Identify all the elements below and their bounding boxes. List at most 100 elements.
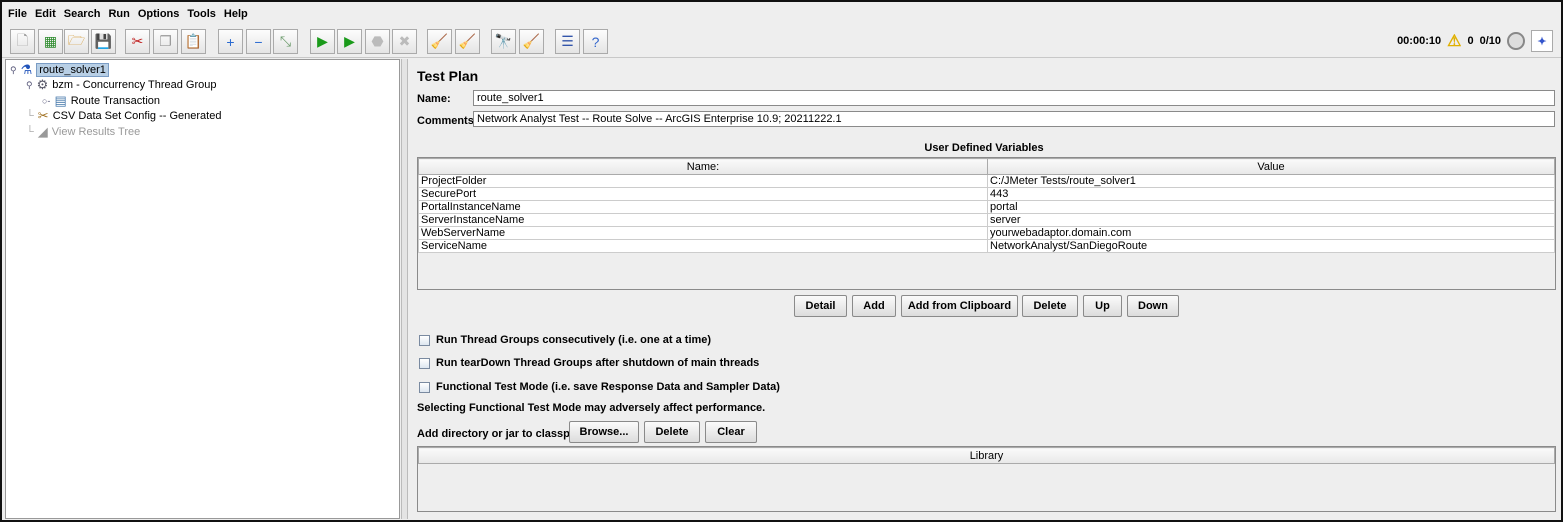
copy-button[interactable]: ❐ xyxy=(153,29,178,54)
clear-button[interactable]: 🧹 xyxy=(427,29,452,54)
start-button[interactable]: ▶ xyxy=(310,29,335,54)
menu-search[interactable]: Search xyxy=(60,5,105,25)
tree-node[interactable]: └ ◢ View Results Tree xyxy=(26,124,140,140)
start-icon: ▶ xyxy=(317,33,328,49)
tree-node-label: bzm - Concurrency Thread Group xyxy=(52,79,217,91)
variable-value[interactable]: 443 xyxy=(987,187,1555,201)
variable-name[interactable]: ServerInstanceName xyxy=(418,213,988,227)
tree-node[interactable]: ⚲ ⚙ bzm - Concurrency Thread Group xyxy=(26,77,217,93)
checkbox-option[interactable]: Run Thread Groups consecutively (i.e. on… xyxy=(419,334,711,346)
new-button[interactable]: 🗋 xyxy=(10,29,35,54)
reset-search-button[interactable]: 🧹 xyxy=(519,29,544,54)
down-button[interactable]: Down xyxy=(1127,295,1179,317)
expand-handle-icon[interactable]: ○- xyxy=(42,96,50,106)
table-row[interactable]: ProjectFolder C:/JMeter Tests/route_solve… xyxy=(418,174,1555,188)
name-field[interactable]: route_solver1 xyxy=(473,90,1555,106)
help-icon: ? xyxy=(591,33,600,50)
table-row[interactable]: ServiceName NetworkAnalyst/SanDiegoRoute xyxy=(418,239,1555,253)
add-from-clipboard-button[interactable]: Add from Clipboard xyxy=(901,295,1018,317)
log-viewer-icon[interactable]: ✦ xyxy=(1531,30,1553,52)
split-pane-divider[interactable] xyxy=(401,59,408,519)
variable-value[interactable]: NetworkAnalyst/SanDiegoRoute xyxy=(987,239,1555,253)
menu-file[interactable]: File xyxy=(4,5,31,25)
table-row[interactable]: ServerInstanceName server xyxy=(418,213,1555,227)
test-plan-tree[interactable]: ⚲ ⚗ route_solver1 ⚲ ⚙ bzm - Concurrency Threa… xyxy=(5,59,400,519)
save-icon: 💾 xyxy=(94,33,113,49)
tree-node-label: CSV Data Set Config -- Generated xyxy=(52,110,222,122)
cut-button[interactable]: ✂ xyxy=(125,29,150,54)
templates-button[interactable]: ▦ xyxy=(38,29,63,54)
test-plan-icon: ⚗ xyxy=(20,62,33,77)
udv-table[interactable]: Name: Value ProjectFolder C:/JMeter Tests… xyxy=(417,157,1556,290)
variable-value[interactable]: yourwebadaptor.domain.com xyxy=(987,226,1555,240)
save-button[interactable]: 💾 xyxy=(91,29,116,54)
variable-name[interactable]: PortalInstanceName xyxy=(418,200,988,214)
tree-node[interactable]: ⚲ ⚗ route_solver1 xyxy=(10,62,109,78)
open-button[interactable]: 🗁 xyxy=(64,29,89,54)
library-table[interactable]: Library xyxy=(417,446,1556,512)
help-button[interactable]: ? xyxy=(583,29,608,54)
checkbox-label: Run tearDown Thread Groups after shutdow… xyxy=(436,357,760,369)
paste-button[interactable]: 📋 xyxy=(181,29,206,54)
table-row[interactable]: PortalInstanceName portal xyxy=(418,200,1555,214)
expand-button[interactable]: + xyxy=(218,29,243,54)
tree-node-label: View Results Tree xyxy=(51,126,141,138)
up-button[interactable]: Up xyxy=(1083,295,1122,317)
tree-node-label: Route Transaction xyxy=(70,95,161,107)
table-row[interactable]: WebServerName yourwebadaptor.domain.com xyxy=(418,226,1555,240)
variable-value[interactable]: C:/JMeter Tests/route_solver1 xyxy=(987,174,1555,188)
checkbox[interactable] xyxy=(419,357,430,369)
udv-header-name[interactable]: Name: xyxy=(418,158,988,175)
comments-field[interactable]: Network Analyst Test -- Route Solve -- A… xyxy=(473,111,1555,127)
variable-name[interactable]: ServiceName xyxy=(418,239,988,253)
test-plan-panel: Test Plan Name: route_solver1 Comments: … xyxy=(408,59,1560,519)
browse-button[interactable]: Browse... xyxy=(569,421,639,443)
variable-name[interactable]: WebServerName xyxy=(418,226,988,240)
elapsed-time: 00:00:10 xyxy=(1397,35,1442,47)
menu-help[interactable]: Help xyxy=(220,5,252,25)
menu-edit[interactable]: Edit xyxy=(31,5,60,25)
udv-header-value[interactable]: Value xyxy=(987,158,1555,175)
warning-icon[interactable]: ⚠ xyxy=(1447,31,1461,51)
menu-options[interactable]: Options xyxy=(134,5,184,25)
checkbox[interactable] xyxy=(419,381,430,393)
add-button[interactable]: Add xyxy=(852,295,896,317)
shutdown-button[interactable]: ✖ xyxy=(392,29,417,54)
new-icon: 🗋 xyxy=(16,31,29,48)
detail-button[interactable]: Detail xyxy=(794,295,847,317)
search-button[interactable]: 🔭 xyxy=(491,29,516,54)
checkbox[interactable] xyxy=(419,334,430,346)
tree-node[interactable]: └ ✂ CSV Data Set Config -- Generated xyxy=(26,108,221,124)
thread-group-icon: ⚙ xyxy=(36,77,49,92)
udv-title: User Defined Variables xyxy=(924,142,1044,154)
checkbox-label: Functional Test Mode (i.e. save Response… xyxy=(436,381,780,393)
checkbox-option[interactable]: Run tearDown Thread Groups after shutdow… xyxy=(419,357,759,369)
tree-node-label: route_solver1 xyxy=(36,63,109,77)
expand-handle-icon[interactable]: ⚲ xyxy=(26,80,33,91)
delete-button[interactable]: Delete xyxy=(1022,295,1078,317)
classpath-delete-button[interactable]: Delete xyxy=(644,421,700,443)
variable-name[interactable]: SecurePort xyxy=(418,187,988,201)
expand-icon: + xyxy=(226,33,235,50)
clear-all-button[interactable]: 🧹 xyxy=(455,29,480,54)
function-helper-button[interactable]: ☰ xyxy=(555,29,580,54)
library-header[interactable]: Library xyxy=(418,447,1555,464)
clear-button[interactable]: Clear xyxy=(705,421,757,443)
templates-icon: ▦ xyxy=(43,33,58,49)
variable-value[interactable]: portal xyxy=(987,200,1555,214)
start-no-pauses-button[interactable]: ▶ xyxy=(337,29,362,54)
collapse-button[interactable]: − xyxy=(246,29,271,54)
expand-handle-icon[interactable]: ⚲ xyxy=(10,65,17,76)
table-row[interactable]: SecurePort 443 xyxy=(418,187,1555,201)
toggle-button[interactable]: ⤡ xyxy=(273,29,298,54)
checkbox-option[interactable]: Functional Test Mode (i.e. save Response… xyxy=(419,381,780,393)
menu-run[interactable]: Run xyxy=(104,5,133,25)
variable-name[interactable]: ProjectFolder xyxy=(418,174,988,188)
listener-icon: ◢ xyxy=(37,124,48,139)
stop-button[interactable]: ⬣ xyxy=(365,29,390,54)
menu-tools[interactable]: Tools xyxy=(183,5,220,25)
tree-node[interactable]: ○- ▤ Route Transaction xyxy=(42,93,160,109)
stop-icon: ⬣ xyxy=(371,33,384,49)
variable-value[interactable]: server xyxy=(987,213,1555,227)
clear-all-icon: 🧹 xyxy=(458,33,477,49)
